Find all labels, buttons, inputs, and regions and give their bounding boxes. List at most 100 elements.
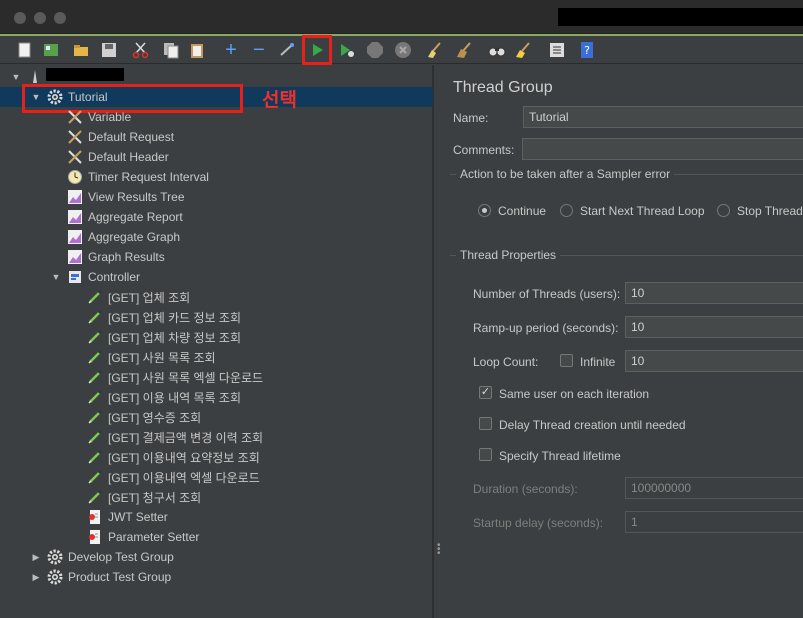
collapse-arrow-icon[interactable]: ▶: [30, 571, 42, 583]
tree-item-label: Parameter Setter: [108, 530, 200, 544]
startup-delay-field: 1: [625, 511, 803, 533]
tree-item-request[interactable]: [GET] 사원 목록 조회: [0, 347, 433, 367]
tree-item-label: Default Request: [88, 130, 175, 144]
chart-icon: [66, 208, 84, 226]
chart-icon: [66, 188, 84, 206]
help-icon[interactable]: ?: [576, 39, 598, 61]
tree-item-request[interactable]: [GET] 이용내역 엑셀 다운로드: [0, 467, 433, 487]
minimize-window-button[interactable]: [34, 12, 46, 24]
loop-count-field[interactable]: 10: [625, 350, 803, 372]
pipette-icon: [86, 368, 104, 386]
thread-properties-section-title: Thread Properties: [456, 248, 561, 262]
tree-item-label: Graph Results: [88, 250, 165, 264]
tree-item-config[interactable]: Aggregate Graph: [0, 227, 433, 247]
expand-icon[interactable]: +: [220, 39, 242, 61]
expand-arrow-icon[interactable]: ▼: [50, 271, 62, 283]
tree-item-request[interactable]: [GET] 결제금액 변경 이력 조회: [0, 427, 433, 447]
tree-item-config[interactable]: Variable: [0, 107, 433, 127]
tree-item-config[interactable]: Default Header: [0, 147, 433, 167]
gear-icon: [46, 568, 64, 586]
tree-item-label: Controller: [88, 270, 141, 284]
tree-item-request[interactable]: [GET] 이용 내역 목록 조회: [0, 387, 433, 407]
reset-search-icon[interactable]: [512, 39, 534, 61]
gear-icon: [46, 548, 64, 566]
collapse-arrow-icon[interactable]: ▶: [30, 551, 42, 563]
tree-item-label: [GET] 이용내역 엑셀 다운로드: [108, 470, 260, 485]
clear-all-icon[interactable]: [454, 39, 476, 61]
comments-label: Comments:: [453, 143, 515, 157]
infinite-checkbox[interactable]: [560, 354, 573, 367]
rampup-label: Ramp-up period (seconds):: [473, 321, 619, 335]
infinite-checkbox-label: Infinite: [580, 355, 616, 369]
tree-item-request[interactable]: [GET] 청구서 조회: [0, 487, 433, 507]
tree-item-label: Default Header: [88, 150, 169, 164]
startup-delay-label: Startup delay (seconds):: [473, 516, 604, 530]
tree-item-label: [GET] 청구서 조회: [108, 490, 202, 505]
maximize-window-button[interactable]: [54, 12, 66, 24]
tree-item-thread-group[interactable]: ▶ Develop Test Group: [0, 547, 433, 567]
comments-field[interactable]: [522, 138, 803, 160]
pipette-icon: [86, 328, 104, 346]
tree-item-config[interactable]: Aggregate Report: [0, 207, 433, 227]
tree-item-config[interactable]: Graph Results: [0, 247, 433, 267]
copy-icon[interactable]: [160, 39, 182, 61]
tree-item-request[interactable]: [GET] 업체 조회: [0, 287, 433, 307]
name-field[interactable]: Tutorial: [523, 106, 803, 128]
tree-item-label: [GET] 결제금액 변경 이력 조회: [108, 430, 264, 445]
delay-thread-checkbox[interactable]: [479, 417, 492, 430]
tree-item-request[interactable]: [GET] 업체 카드 정보 조회: [0, 307, 433, 327]
open-icon[interactable]: [70, 39, 92, 61]
tree-item-config[interactable]: Timer Request Interval: [0, 167, 433, 187]
templates-icon[interactable]: [40, 39, 62, 61]
paste-icon[interactable]: [186, 39, 208, 61]
cut-icon[interactable]: [130, 39, 152, 61]
sampler-error-section-title: Action to be taken after a Sampler error: [456, 167, 675, 181]
shutdown-icon[interactable]: [392, 39, 414, 61]
tree-item-label: [GET] 업체 카드 정보 조회: [108, 310, 241, 325]
save-icon[interactable]: [98, 39, 120, 61]
tree-item-setter[interactable]: Parameter Setter: [0, 527, 433, 547]
tree-item-request[interactable]: [GET] 사원 목록 엑셀 다운로드: [0, 367, 433, 387]
tree-item-config[interactable]: Default Request: [0, 127, 433, 147]
toggle-icon[interactable]: [276, 39, 298, 61]
splitter-grip[interactable]: • • •: [437, 541, 441, 559]
split-pane-divider[interactable]: [433, 65, 443, 618]
duration-label: Duration (seconds):: [473, 482, 578, 496]
svg-text:?: ?: [584, 44, 590, 57]
setter-icon: [86, 528, 104, 546]
tree-item-label: Product Test Group: [68, 570, 172, 584]
collapse-icon[interactable]: −: [248, 39, 270, 61]
expand-arrow-icon[interactable]: ▼: [10, 71, 22, 83]
wrench-icon: [66, 108, 84, 126]
tree-item-thread-group[interactable]: ▶ Product Test Group: [0, 567, 433, 587]
stop-thread-radio[interactable]: [717, 204, 730, 217]
clear-icon[interactable]: [424, 39, 446, 61]
delay-thread-label: Delay Thread creation until needed: [499, 418, 686, 432]
close-window-button[interactable]: [14, 12, 26, 24]
chart-icon: [66, 248, 84, 266]
continue-radio[interactable]: [478, 204, 491, 217]
start-no-pauses-icon[interactable]: [336, 39, 358, 61]
duration-field: 100000000: [625, 477, 803, 499]
pipette-icon: [86, 428, 104, 446]
start-icon[interactable]: [302, 35, 332, 65]
start-next-loop-radio[interactable]: [560, 204, 573, 217]
threads-field[interactable]: 10: [625, 282, 803, 304]
search-icon[interactable]: [486, 39, 508, 61]
same-user-checkbox[interactable]: ✓: [479, 386, 492, 399]
tree-item-request[interactable]: [GET] 업체 차량 정보 조회: [0, 327, 433, 347]
new-icon[interactable]: [14, 39, 36, 61]
tree-item-request[interactable]: [GET] 이용내역 요약정보 조회: [0, 447, 433, 467]
tree-item-controller[interactable]: ▼ Controller: [0, 267, 433, 287]
tree-item-request[interactable]: [GET] 영수증 조회: [0, 407, 433, 427]
tree-item-setter[interactable]: JWT Setter: [0, 507, 433, 527]
test-plan-tree: ▼ ▼ Tutorial 선택 ▼ Controller Variable Def…: [0, 65, 433, 618]
tree-item-config[interactable]: View Results Tree: [0, 187, 433, 207]
start-next-loop-radio-label: Start Next Thread Loop: [580, 204, 705, 218]
stop-icon[interactable]: [364, 39, 386, 61]
wrench-icon: [66, 148, 84, 166]
thread-lifetime-checkbox[interactable]: [479, 448, 492, 461]
tree-item-label: JWT Setter: [108, 510, 168, 524]
function-helper-icon[interactable]: [546, 39, 568, 61]
rampup-field[interactable]: 10: [625, 316, 803, 338]
